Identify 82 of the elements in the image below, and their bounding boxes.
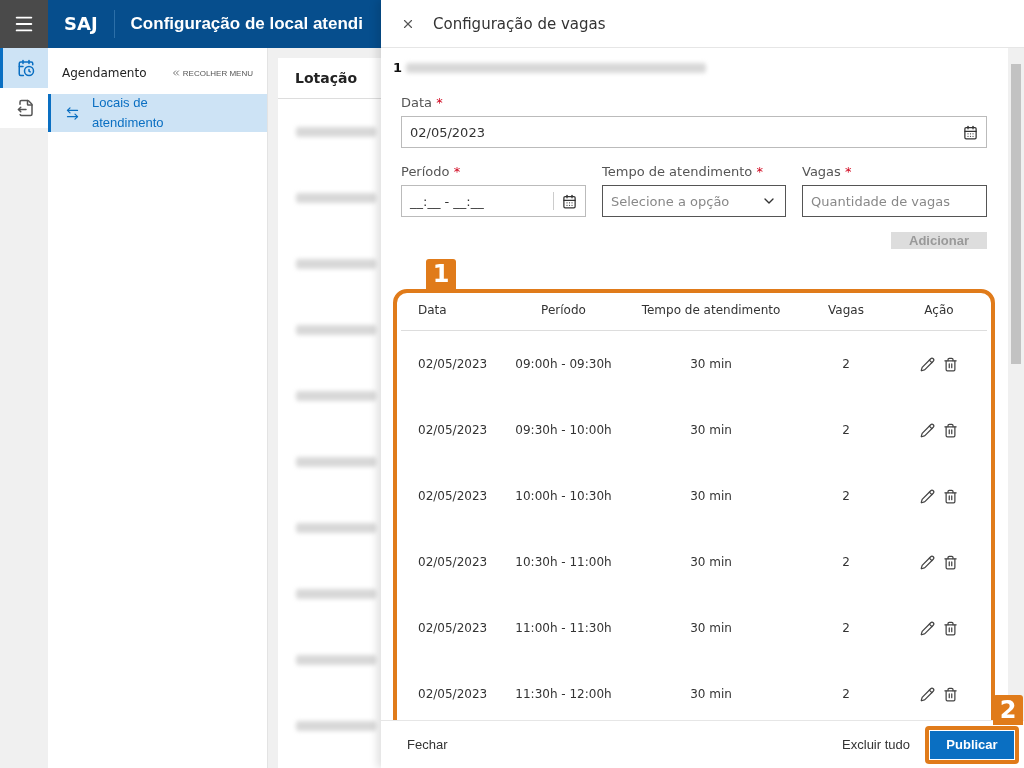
menu-button[interactable] [0, 0, 48, 48]
field-label: Vagas * [802, 164, 853, 179]
field-label: Data * [401, 95, 444, 110]
trash-icon [943, 686, 958, 702]
brand-logo-text: SAJ [48, 10, 115, 38]
slots-field[interactable]: Quantidade de vagas [802, 185, 987, 217]
calendar-clock-icon [16, 59, 35, 77]
pencil-icon [920, 686, 935, 702]
delete-all-button[interactable]: Excluir tudo [842, 737, 910, 752]
table-cell-text: 09:00h - 09:30h [514, 357, 613, 371]
table-cell-text: 2 [841, 687, 851, 701]
pencil-icon [920, 356, 935, 372]
step-number: 2 [993, 694, 1023, 725]
delete-button[interactable] [943, 488, 958, 504]
table-cell-text: 02/05/2023 [417, 423, 489, 437]
table-cell-text: 2 [841, 489, 851, 503]
period-field[interactable]: __:__ - __:__ [401, 185, 586, 217]
column-header: Ação [923, 302, 955, 317]
edit-button[interactable] [920, 620, 935, 636]
calendar-icon [963, 124, 978, 140]
pencil-icon [920, 422, 935, 438]
trash-icon [943, 356, 958, 372]
sidebar-section-title: Agendamento [62, 66, 147, 80]
page-title: Configuração de local atendi [129, 14, 363, 34]
table-cell-text: 02/05/2023 [417, 489, 489, 503]
table-cell-text: 02/05/2023 [417, 621, 489, 635]
trash-icon [943, 488, 958, 504]
edit-button[interactable] [920, 686, 935, 702]
column-header: Tempo de atendimento [640, 302, 782, 317]
field-label: Período * [401, 164, 462, 179]
chevrons-left-icon [170, 68, 181, 78]
collapse-menu-button[interactable]: RECOLHER MENU [170, 68, 253, 78]
trash-icon [943, 422, 958, 438]
close-link-button[interactable]: Fechar [407, 737, 448, 752]
table-cell-text: 30 min [689, 423, 733, 437]
table-cell-text: 11:30h - 12:00h [514, 687, 613, 701]
step-number: 1 [426, 259, 456, 289]
table-cell-text: 10:00h - 10:30h [514, 489, 613, 503]
panel-title: Configuração de vagas [433, 14, 606, 33]
pencil-icon [920, 620, 935, 636]
location-name: 1 [393, 60, 403, 75]
field-label: Tempo de atendimento * [602, 164, 764, 179]
pencil-icon [920, 488, 935, 504]
delete-button[interactable] [943, 686, 958, 702]
table-cell-text: 02/05/2023 [417, 687, 489, 701]
table-cell-text: 30 min [689, 555, 733, 569]
edit-button[interactable] [920, 554, 935, 570]
date-field[interactable]: 02/05/2023 [401, 116, 987, 148]
table-cell-text: 02/05/2023 [417, 357, 489, 371]
table-cell-text: 2 [841, 621, 851, 635]
file-export-icon [16, 99, 35, 117]
table-cell-text: 2 [841, 555, 851, 569]
trash-icon [943, 554, 958, 570]
column-header: Data [417, 302, 448, 317]
sidebar-item[interactable]: Locais de atendimento [48, 94, 267, 132]
delete-button[interactable] [943, 620, 958, 636]
edit-button[interactable] [920, 356, 935, 372]
edit-button[interactable] [920, 488, 935, 504]
rail-button[interactable] [0, 48, 48, 88]
table-cell-text: 2 [841, 423, 851, 437]
rail-button[interactable] [0, 88, 48, 128]
column-header: Vagas [827, 302, 865, 317]
table-cell-text: 10:30h - 11:00h [514, 555, 613, 569]
delete-button[interactable] [943, 356, 958, 372]
trash-icon [943, 620, 958, 636]
table-cell-text: 30 min [689, 621, 733, 635]
edit-button[interactable] [920, 422, 935, 438]
delete-button[interactable] [943, 422, 958, 438]
duration-dropdown[interactable]: Selecione a opção [602, 185, 786, 217]
table-cell-text: 2 [841, 357, 851, 371]
arrows-icon [65, 105, 80, 121]
table-cell-text: 30 min [689, 357, 733, 371]
delete-button[interactable] [943, 554, 958, 570]
calendar-icon [562, 193, 577, 209]
table-cell-text: 02/05/2023 [417, 555, 489, 569]
table-cell-text: 09:30h - 10:00h [514, 423, 613, 437]
table-cell-text: 30 min [689, 687, 733, 701]
column-header: Período [540, 302, 587, 317]
table-cell-text: 30 min [689, 489, 733, 503]
pencil-icon [920, 554, 935, 570]
table-cell-text: 11:00h - 11:30h [514, 621, 613, 635]
publish-button[interactable]: Publicar [930, 730, 1014, 759]
